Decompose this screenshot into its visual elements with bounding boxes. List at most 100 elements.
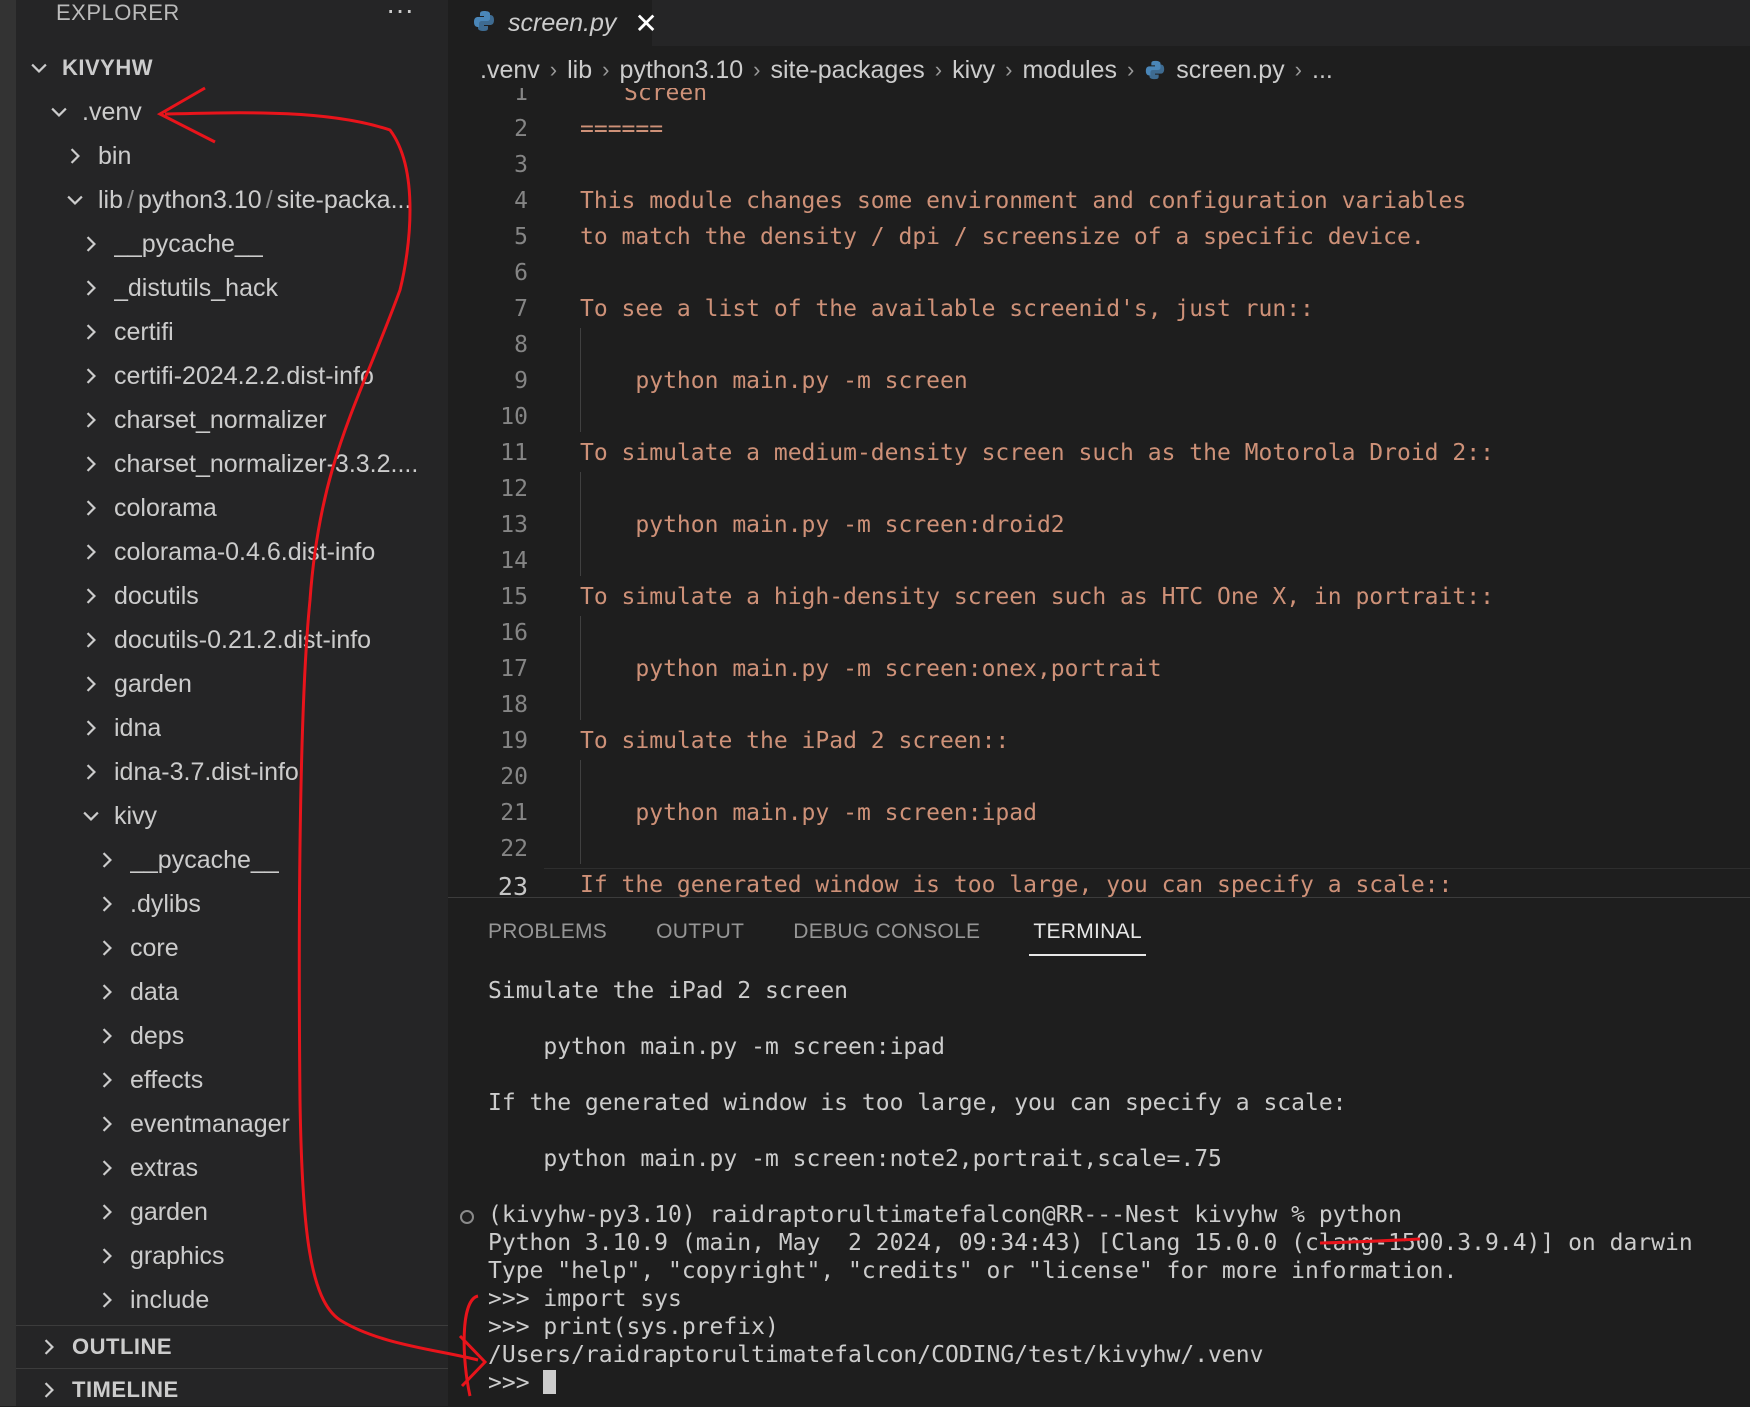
breadcrumb: .venv › lib › python3.10 › site-packages › kivy ›… [480,50,1333,90]
code-text: To simulate a medium-density screen such… [580,440,1494,466]
tree-label: bin [98,141,132,170]
chevron-right-icon [36,1377,62,1403]
tree-folder[interactable]: __pycache__ [16,838,448,882]
tree-folder[interactable]: include [16,1278,448,1322]
tree-folder-venv[interactable]: .venv [16,90,448,134]
tree-folder-kivy[interactable]: kivy [16,794,448,838]
code-line[interactable]: 23 If the generated window is too large, … [448,868,1750,898]
terminal-line: (kivyhw-py3.10) raidraptorultimatefalcon… [488,1202,1402,1228]
breadcrumb-item[interactable]: kivy [952,56,995,85]
indent-guide [580,472,581,576]
code-line[interactable]: 17 python main.py -m screen:onex,portrai… [448,652,1750,688]
tree-label: .dylibs [130,889,201,918]
line-number: 15 [500,584,528,610]
tree-folder[interactable]: garden [16,662,448,706]
tree-folder-bin[interactable]: bin [16,134,448,178]
code-text: python main.py -m screen:droid2 [580,512,1065,538]
tree-folder[interactable]: graphics [16,1234,448,1278]
panel-tab-terminal[interactable]: TERMINAL [1029,920,1146,956]
tab-screen-py[interactable]: screen.py ✕ [448,0,658,46]
terminal-prompt-line: >>> [488,1370,557,1396]
tree-label: __pycache__ [114,229,263,258]
panel-tab-output[interactable]: OUTPUT [656,920,744,956]
code-line[interactable]: 21 python main.py -m screen:ipad [448,796,1750,832]
chevron-right-icon [94,1155,120,1181]
line-number: 16 [500,620,528,646]
code-line[interactable]: 6 [448,256,1750,292]
more-actions-icon[interactable]: ··· [386,0,414,26]
outline-section[interactable]: OUTLINE [16,1325,448,1368]
code-line[interactable]: 13 python main.py -m screen:droid2 [448,508,1750,544]
breadcrumb-item[interactable]: .venv [480,56,540,85]
code-line[interactable]: 3 [448,148,1750,184]
code-line[interactable]: 12 [448,472,1750,508]
tree-folder[interactable]: charset_normalizer [16,398,448,442]
tree-folder[interactable]: effects [16,1058,448,1102]
tree-folder[interactable]: deps [16,1014,448,1058]
breadcrumb-separator-icon: › [1294,57,1302,82]
tree-folder[interactable]: certifi [16,310,448,354]
path-separator: / [265,185,273,214]
tree-folder[interactable]: garden [16,1190,448,1234]
code-line[interactable]: 1 Screen [448,88,1750,112]
tree-folder[interactable]: charset_normalizer-3.3.2.... [16,442,448,486]
code-line[interactable]: 18 [448,688,1750,724]
code-line[interactable]: 19 To simulate the iPad 2 screen:: [448,724,1750,760]
close-icon[interactable]: ✕ [634,7,657,40]
path-segment: python3.10 [137,185,262,214]
code-line[interactable]: 14 [448,544,1750,580]
breadcrumb-item[interactable]: ... [1312,56,1333,85]
panel-tab-debug-console[interactable]: DEBUG CONSOLE [793,920,980,956]
code-line[interactable]: 8 [448,328,1750,364]
tree-folder[interactable]: extras [16,1146,448,1190]
code-line[interactable]: 16 [448,616,1750,652]
code-line[interactable]: 15 To simulate a high-density screen such… [448,580,1750,616]
tree-folder[interactable]: __pycache__ [16,222,448,266]
code-line[interactable]: 2 ====== [448,112,1750,148]
chevron-right-icon [94,1243,120,1269]
tree-folder[interactable]: docutils-0.21.2.dist-info [16,618,448,662]
tree-label: effects [130,1065,204,1094]
breadcrumb-item[interactable]: screen.py [1176,56,1284,85]
tree-label: charset_normalizer [114,405,327,434]
panel-tab-problems[interactable]: PROBLEMS [488,920,607,956]
breadcrumb-item[interactable]: site-packages [770,56,924,85]
code-line[interactable]: 22 [448,832,1750,868]
chevron-right-icon [94,1287,120,1313]
code-editor[interactable]: 1 Screen 2 ====== 3 4 This module changes some… [448,88,1750,898]
breadcrumb-separator-icon: › [1005,57,1013,82]
tree-folder[interactable]: core [16,926,448,970]
tree-folder[interactable]: colorama [16,486,448,530]
tree-folder[interactable]: certifi-2024.2.2.dist-info [16,354,448,398]
timeline-section[interactable]: TIMELINE [16,1368,448,1406]
code-text: python main.py -m screen [580,368,968,394]
code-line[interactable]: 4 This module changes some environment an… [448,184,1750,220]
code-line[interactable]: 11 To simulate a medium-density screen su… [448,436,1750,472]
tree-folder[interactable]: .dylibs [16,882,448,926]
tree-folder[interactable]: docutils [16,574,448,618]
code-line[interactable]: 5 to match the density / dpi / screensize… [448,220,1750,256]
tree-folder[interactable]: colorama-0.4.6.dist-info [16,530,448,574]
code-line[interactable]: 10 [448,400,1750,436]
breadcrumb-item[interactable]: python3.10 [619,56,743,85]
tree-folder[interactable]: idna [16,706,448,750]
tree-folder-kivyhw[interactable]: KIVYHW [16,46,448,90]
tree-folder[interactable]: data [16,970,448,1014]
breadcrumb-separator-icon: › [1126,57,1135,82]
code-line[interactable]: 20 [448,760,1750,796]
line-number: 14 [500,548,528,574]
line-number: 3 [514,152,528,178]
line-number: 18 [500,692,528,718]
tree-folder-lib[interactable]: lib / python3.10/site-packa... [16,178,448,222]
tree-folder[interactable]: eventmanager [16,1102,448,1146]
code-line[interactable]: 9 python main.py -m screen [448,364,1750,400]
code-text: python main.py -m screen:onex,portrait [580,656,1162,682]
tree-label-compact-path: lib / python3.10/site-packa... [98,186,411,215]
breadcrumb-item[interactable]: lib [567,56,592,85]
tree-folder[interactable]: _distutils_hack [16,266,448,310]
breadcrumb-item[interactable]: modules [1022,56,1117,85]
tree-folder[interactable]: idna-3.7.dist-info [16,750,448,794]
code-line[interactable]: 7 To see a list of the available screenid… [448,292,1750,328]
tree-label: garden [114,669,192,698]
path-separator: / [127,185,134,214]
